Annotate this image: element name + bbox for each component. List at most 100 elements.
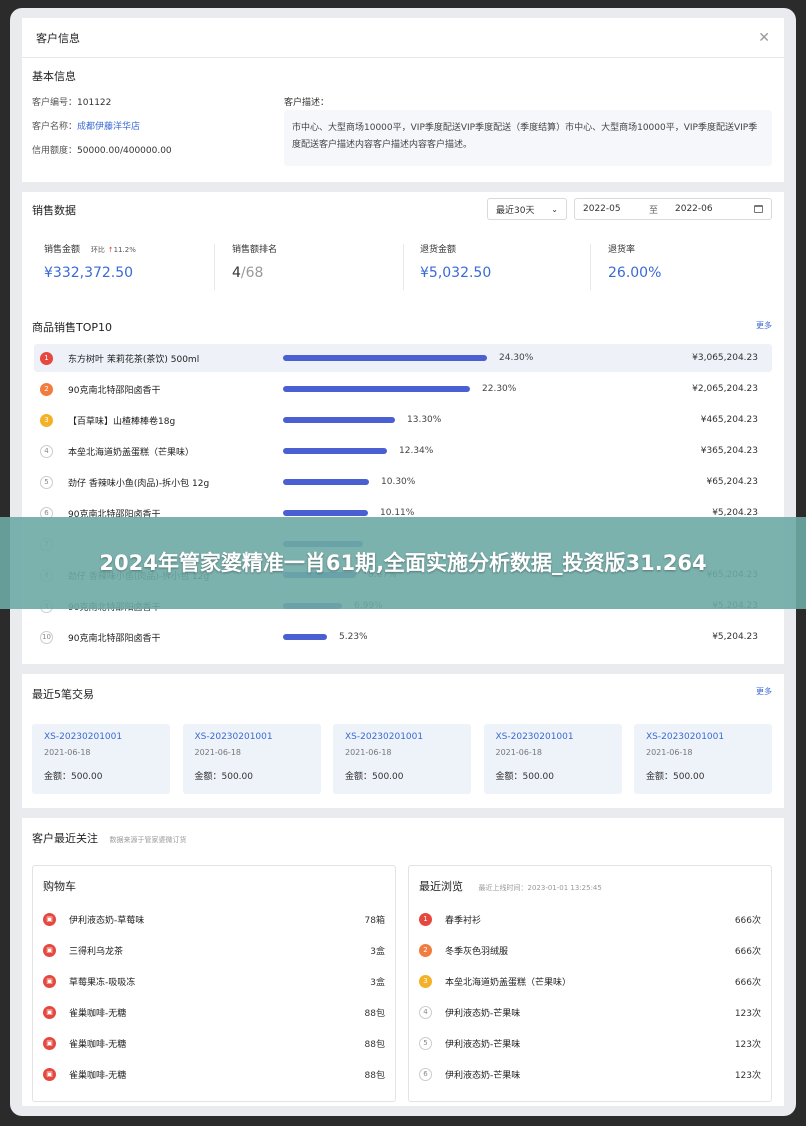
rank-badge: 2 bbox=[419, 943, 432, 957]
rank-badge: 10 bbox=[40, 630, 53, 644]
rank-badge: 4 bbox=[40, 444, 53, 458]
divider bbox=[403, 244, 404, 290]
top10-title: 商品销售TOP10 bbox=[32, 321, 113, 334]
cart-item-name: 雀巢咖啡-无糖 bbox=[69, 1039, 127, 1050]
tx-card[interactable]: XS-20230201001 2021-06-18 金额：500.00 bbox=[333, 724, 471, 794]
overlay-banner: 2024年管家婆精准一肖61期,全面实施分析数据_投资版31.264 bbox=[0, 517, 806, 609]
sales-amount: ¥5,204.23 bbox=[712, 632, 758, 642]
cart-icon: ▣ bbox=[43, 943, 56, 957]
recent-tx-title: 最近5笔交易 bbox=[32, 688, 94, 701]
cart-item[interactable]: ▣ 草莓果冻-吸吸冻 3盒 bbox=[43, 971, 385, 991]
browse-item-name: 伊利液态奶-芒果味 bbox=[445, 1008, 521, 1019]
cart-icon: ▣ bbox=[43, 1067, 56, 1081]
product-name: 东方树叶 茉莉花茶(茶饮) 500ml bbox=[68, 354, 200, 365]
share-bar bbox=[283, 417, 395, 423]
tx-id[interactable]: XS-20230201001 bbox=[345, 732, 459, 742]
tx-date: 2021-06-18 bbox=[345, 748, 392, 757]
range-select[interactable]: 最近30天 ⌄ bbox=[487, 198, 567, 220]
sales-amount: ¥3,065,204.23 bbox=[692, 353, 758, 363]
browse-item-name: 冬季灰色羽绒服 bbox=[445, 946, 509, 957]
dialog-header: 客户信息 ✕ bbox=[22, 18, 784, 58]
browse-item[interactable]: 4 伊利液态奶-芒果味 123次 bbox=[419, 1002, 761, 1022]
sales-amount: ¥65,204.23 bbox=[706, 477, 758, 487]
product-name: 【百草味】山楂棒棒卷18g bbox=[68, 416, 176, 427]
browse-item-views: 666次 bbox=[734, 915, 761, 926]
cart-item[interactable]: ▣ 伊利液态奶-草莓味 78箱 bbox=[43, 909, 385, 929]
share-bar bbox=[283, 355, 487, 361]
tx-id[interactable]: XS-20230201001 bbox=[44, 732, 158, 742]
top10-row[interactable]: 1 东方树叶 茉莉花茶(茶饮) 500ml 24.30% ¥3,065,204.23 bbox=[34, 344, 772, 372]
browse-item-views: 666次 bbox=[734, 946, 761, 957]
credit-limit: 信用额度：50000.00/400000.00 bbox=[32, 146, 172, 156]
sales-title: 销售数据 bbox=[32, 204, 76, 217]
tx-id[interactable]: XS-20230201001 bbox=[195, 732, 309, 742]
kpi-sales-amount: 销售金额 环比 ↑11.2% ¥332,372.50 bbox=[44, 245, 136, 281]
date-range-picker[interactable]: 2022-05 至 2022-06 bbox=[574, 198, 772, 220]
browse-item[interactable]: 1 春季衬衫 666次 bbox=[419, 909, 761, 929]
rank-badge: 5 bbox=[419, 1036, 432, 1050]
sales-amount: ¥365,204.23 bbox=[700, 446, 758, 456]
top10-row[interactable]: 10 90克南北特邵阳卤香干 5.23% ¥5,204.23 bbox=[34, 623, 772, 651]
tx-amount: 金额：500.00 bbox=[44, 772, 103, 782]
top10-more-link[interactable]: 更多 bbox=[756, 320, 772, 331]
browse-item-views: 123次 bbox=[734, 1008, 761, 1019]
browse-item-name: 春季衬衫 bbox=[445, 915, 482, 926]
tx-card[interactable]: XS-20230201001 2021-06-18 金额：500.00 bbox=[634, 724, 772, 794]
recent-tx-more-link[interactable]: 更多 bbox=[756, 686, 772, 697]
browse-item[interactable]: 5 伊利液态奶-芒果味 123次 bbox=[419, 1033, 761, 1053]
close-icon[interactable]: ✕ bbox=[758, 31, 770, 45]
kpi-return-amount: 退货金额 ¥5,032.50 bbox=[420, 245, 492, 281]
cart-icon: ▣ bbox=[43, 974, 56, 988]
top10-row[interactable]: 4 本垒北海道奶盖蛋糕（芒果味） 12.34% ¥365,204.23 bbox=[34, 437, 772, 465]
tx-amount: 金额：500.00 bbox=[646, 772, 705, 782]
rank-badge: 4 bbox=[419, 1005, 432, 1019]
cart-item[interactable]: ▣ 雀巢咖啡-无糖 88包 bbox=[43, 1002, 385, 1022]
tx-card[interactable]: XS-20230201001 2021-06-18 金额：500.00 bbox=[483, 724, 622, 794]
browse-title-wrap: 最近浏览 最近上线时间：2023-01-01 13:25:45 bbox=[419, 878, 602, 894]
cart-item-qty: 78箱 bbox=[364, 915, 385, 926]
browse-item-name: 本垒北海道奶盖蛋糕（芒果味） bbox=[445, 977, 572, 988]
recent-tx-section: 最近5笔交易 更多 XS-20230201001 2021-06-18 金额：500… bbox=[22, 674, 784, 808]
browse-panel: 最近浏览 最近上线时间：2023-01-01 13:25:45 1 春季衬衫 666… bbox=[408, 865, 772, 1102]
cart-item[interactable]: ▣ 雀巢咖啡-无糖 88包 bbox=[43, 1064, 385, 1084]
sales-amount: ¥2,065,204.23 bbox=[692, 384, 758, 394]
cart-item-name: 三得利乌龙茶 bbox=[69, 946, 124, 957]
tx-amount: 金额：500.00 bbox=[194, 772, 254, 782]
cart-icon: ▣ bbox=[43, 912, 56, 926]
browse-title: 最近浏览 bbox=[419, 880, 463, 893]
top10-row[interactable]: 3 【百草味】山楂棒棒卷18g 13.30% ¥465,204.23 bbox=[34, 406, 772, 434]
cart-item[interactable]: ▣ 三得利乌龙茶 3盒 bbox=[43, 940, 385, 960]
share-pct: 24.30% bbox=[499, 353, 534, 363]
tx-amount: 金额：500.00 bbox=[345, 772, 404, 782]
desc-label: 客户描述： bbox=[284, 98, 330, 108]
browse-item[interactable]: 2 冬季灰色羽绒服 666次 bbox=[419, 940, 761, 960]
cart-item-name: 雀巢咖啡-无糖 bbox=[69, 1070, 127, 1081]
tx-id[interactable]: XS-20230201001 bbox=[496, 732, 610, 742]
cart-icon: ▣ bbox=[43, 1036, 56, 1050]
basic-info-title: 基本信息 bbox=[32, 70, 76, 83]
browse-item[interactable]: 3 本垒北海道奶盖蛋糕（芒果味） 666次 bbox=[419, 971, 761, 991]
browse-item-name: 伊利液态奶-芒果味 bbox=[445, 1070, 521, 1081]
share-bar bbox=[283, 634, 327, 640]
share-pct: 5.23% bbox=[339, 632, 368, 642]
product-name: 本垒北海道奶盖蛋糕（芒果味） bbox=[68, 447, 195, 458]
kpi-sales-rank: 销售额排名 4/68 bbox=[232, 245, 278, 281]
cart-item[interactable]: ▣ 雀巢咖啡-无糖 88包 bbox=[43, 1033, 385, 1053]
product-name: 90克南北特邵阳卤香干 bbox=[68, 385, 161, 396]
attention-section: 客户最近关注 数据来源于管家婆微订货 购物车 ▣ 伊利液态奶-草莓味 78箱 ▣ 三得利… bbox=[22, 818, 784, 1106]
calendar-icon bbox=[754, 205, 763, 213]
tx-card[interactable]: XS-20230201001 2021-06-18 金额：500.00 bbox=[32, 724, 170, 794]
tx-card[interactable]: XS-20230201001 2021-06-18 金额：500.00 bbox=[182, 724, 321, 794]
customer-name-link[interactable]: 成都伊藤洋华店 bbox=[77, 122, 140, 132]
browse-item-views: 123次 bbox=[734, 1039, 761, 1050]
top10-row[interactable]: 2 90克南北特邵阳卤香干 22.30% ¥2,065,204.23 bbox=[34, 375, 772, 403]
tx-id[interactable]: XS-20230201001 bbox=[646, 732, 760, 742]
customer-code: 客户编号：101122 bbox=[32, 98, 112, 108]
date-to: 2022-06 bbox=[675, 204, 713, 214]
top10-row[interactable]: 5 劲仔 香辣味小鱼(肉品)-拆小包 12g 10.30% ¥65,204.23 bbox=[34, 468, 772, 496]
share-bar bbox=[283, 386, 470, 392]
browse-item[interactable]: 6 伊利液态奶-芒果味 123次 bbox=[419, 1064, 761, 1084]
rank-badge: 1 bbox=[419, 912, 432, 926]
divider bbox=[590, 244, 591, 290]
chevron-down-icon: ⌄ bbox=[551, 204, 558, 214]
